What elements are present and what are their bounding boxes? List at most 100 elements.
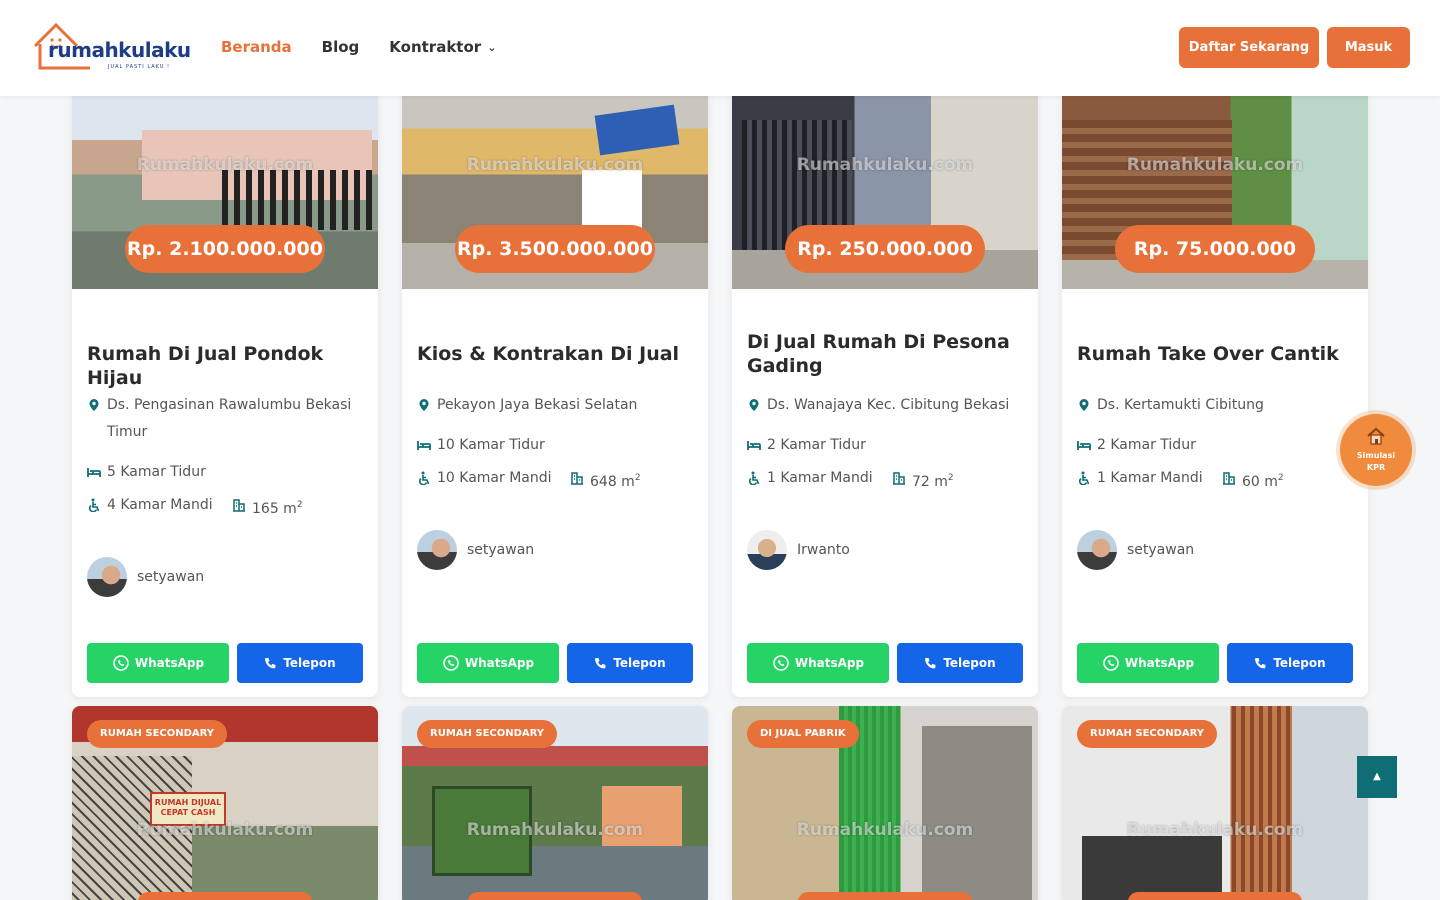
location-pin-icon [419,399,429,411]
listing-title[interactable]: Kios & Kontrakan Di Jual [417,342,697,366]
photo-wood-slats [1232,706,1292,900]
listing-bathrooms: 1 Kamar Mandi [747,465,873,492]
nav-beranda[interactable]: Beranda [221,38,292,56]
listing-card[interactable]: Rumahkulaku.com Rp. 3.500.000.000 Kios &… [402,60,708,697]
nav-kontraktor[interactable]: Kontraktor ⌄ [389,38,496,56]
nav-blog[interactable]: Blog [322,38,360,56]
listing-card[interactable]: Rumahkulaku.com RUMAH SECONDARY [1062,706,1368,900]
bedrooms-text: 10 Kamar Tidur [437,437,545,453]
listing-location: Ds. Wanajaya Kec. Cibitung Bekasi [747,392,1027,419]
listing-card[interactable]: Rumahkulaku.com RUMAH SECONDARY [402,706,708,900]
whatsapp-icon [773,655,789,671]
bathrooms-text: 4 Kamar Mandi [107,497,213,513]
register-button[interactable]: Daftar Sekarang [1179,27,1319,68]
login-button[interactable]: Masuk [1327,27,1410,68]
bathrooms-text: 1 Kamar Mandi [1097,470,1203,486]
whatsapp-button[interactable]: WhatsApp [1077,643,1219,683]
watermark: Rumahkulaku.com [1126,155,1304,175]
agent-name: setyawan [1127,542,1195,558]
listing-area: 165 m2 [232,492,303,523]
building-area-icon [893,472,905,485]
whatsapp-icon [1103,655,1119,671]
area-value: 72 m [912,474,948,490]
accessible-icon [418,471,430,485]
price-tag: Rp. 3.500.000.000 [455,225,655,273]
area-unit-sup: 2 [296,500,303,510]
building-area-icon [233,499,245,512]
main-nav: Beranda Blog Kontraktor ⌄ [221,38,496,56]
whatsapp-icon [443,655,459,671]
price-tag-peek [468,892,642,900]
photo-garage [1082,836,1222,900]
whatsapp-label: WhatsApp [134,656,205,670]
listing-location: Ds. Kertamukti Cibitung [1077,392,1357,419]
kpr-label-1: Simulasi [1356,451,1396,460]
agent-info[interactable]: Irwanto [747,530,850,570]
nav-kontraktor-label: Kontraktor [389,38,482,56]
building-area-icon [1223,472,1235,485]
back-to-top-button[interactable]: ▲ [1357,756,1397,798]
listing-location: Ds. Pengasinan Rawalumbu Bekasi Timur [87,392,367,446]
chevron-down-icon: ⌄ [487,41,497,54]
photo-gate [222,170,372,230]
avatar [87,557,127,597]
listing-card[interactable]: Rumahkulaku.com Rp. 75.000.000 Rumah Tak… [1062,60,1368,697]
phone-icon [925,657,936,668]
listing-card[interactable]: Rumahkulaku.com Rp. 2.100.000.000 Rumah … [72,60,378,697]
listing-bathrooms: 1 Kamar Mandi [1077,465,1203,492]
listing-card[interactable]: RUMAH DIJUAL CEPAT CASH Rumahkulaku.com … [72,706,378,900]
telepon-label: Telepon [283,656,336,670]
watermark: Rumahkulaku.com [136,155,314,175]
location-pin-icon [1079,399,1089,411]
area-unit-sup: 2 [1277,473,1284,483]
listing-bedrooms: 5 Kamar Tidur [87,459,206,486]
listing-area: 72 m2 [892,465,954,496]
site-header: rumahkulaku JUAL PASTI LAKU ! Beranda Bl… [0,0,1440,96]
agent-name: setyawan [137,569,205,585]
accessible-icon [88,498,100,512]
whatsapp-button[interactable]: WhatsApp [747,643,889,683]
area-text: 165 m2 [252,492,303,523]
listing-bedrooms: 10 Kamar Tidur [417,432,545,459]
category-badge: RUMAH SECONDARY [1077,720,1218,748]
kpr-simulation-button[interactable]: Simulasi KPR [1340,414,1412,486]
site-logo[interactable]: rumahkulaku JUAL PASTI LAKU ! [32,20,191,74]
photo-building [922,726,1032,900]
bedrooms-text: 2 Kamar Tidur [1097,437,1196,453]
watermark: Rumahkulaku.com [796,820,974,840]
phone-icon [1255,657,1266,668]
telepon-button[interactable]: Telepon [237,643,363,683]
listing-card[interactable]: Rumahkulaku.com DI JUAL PABRIK [732,706,1038,900]
agent-name: Irwanto [797,542,850,558]
whatsapp-label: WhatsApp [1124,656,1195,670]
watermark: Rumahkulaku.com [466,155,644,175]
whatsapp-button[interactable]: WhatsApp [417,643,559,683]
listing-title[interactable]: Rumah Take Over Cantik [1077,342,1357,366]
telepon-label: Telepon [943,656,996,670]
photo-sign-blue [594,104,680,156]
telepon-button[interactable]: Telepon [567,643,693,683]
listing-title[interactable]: Rumah Di Jual Pondok Hijau [87,342,367,390]
watermark: Rumahkulaku.com [1126,820,1304,840]
agent-info[interactable]: setyawan [417,530,534,570]
price-tag: Rp. 75.000.000 [1115,225,1315,273]
phone-icon [595,657,606,668]
listing-card[interactable]: Rumahkulaku.com Rp. 250.000.000 Di Jual … [732,60,1038,697]
phone-icon [265,657,276,668]
agent-info[interactable]: setyawan [87,557,204,597]
bed-icon [417,441,431,450]
telepon-button[interactable]: Telepon [1227,643,1353,683]
price-tag-peek [798,892,972,900]
price-tag: Rp. 2.100.000.000 [125,225,325,273]
listing-title[interactable]: Di Jual Rumah Di Pesona Gading [747,330,1027,378]
agent-name: setyawan [467,542,535,558]
bed-icon [747,441,761,450]
category-badge: RUMAH SECONDARY [417,720,558,748]
agent-info[interactable]: setyawan [1077,530,1194,570]
bed-icon [1077,441,1091,450]
watermark: Rumahkulaku.com [796,155,974,175]
telepon-button[interactable]: Telepon [897,643,1023,683]
location-text: Pekayon Jaya Bekasi Selatan [437,397,638,413]
whatsapp-icon [113,655,129,671]
whatsapp-button[interactable]: WhatsApp [87,643,229,683]
